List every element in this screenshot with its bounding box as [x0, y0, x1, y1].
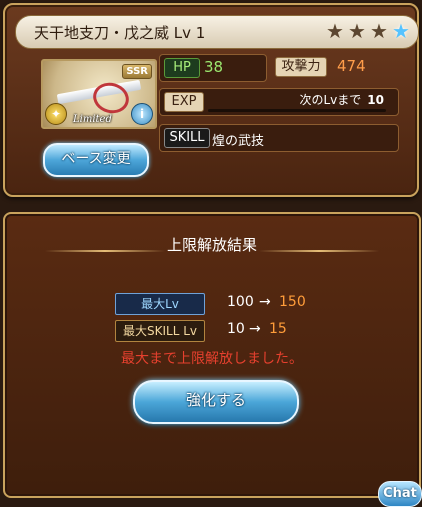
- atk-label: 攻撃力: [275, 57, 327, 77]
- atk-value: 474: [337, 57, 366, 75]
- arrow-icon: →: [249, 321, 261, 337]
- skill-stat[interactable]: SKILL 煌の武技: [159, 124, 399, 152]
- divider: [259, 250, 379, 252]
- ssr-badge: SSR: [122, 64, 152, 79]
- blue-star-icon: ★: [392, 19, 410, 43]
- exp-label: EXP: [164, 92, 204, 112]
- max-skill-lv-label: 最大SKILL Lv: [115, 320, 205, 342]
- exp-next-value: 10: [367, 93, 384, 107]
- weapon-thumbnail[interactable]: SSR ✦ Limited i: [41, 59, 157, 129]
- limited-label: Limited: [73, 114, 112, 125]
- limit-break-result-panel: 上限解放結果 最大Lv 100 → 150 最大SKILL Lv 10 → 15…: [3, 212, 421, 498]
- exp-next: 次のLvまで 10: [300, 91, 385, 108]
- exp-next-label: 次のLvまで: [299, 93, 362, 107]
- atk-stat: 攻撃力 474: [159, 54, 395, 80]
- exp-stat: EXP 次のLvまで 10: [159, 88, 399, 116]
- weapon-title: 天干地支刀・戊之威 Lv 1: [34, 24, 206, 42]
- max-lv-label: 最大Lv: [115, 293, 205, 315]
- star-icon: ★: [326, 19, 344, 43]
- element-icon: ✦: [45, 103, 67, 125]
- weapon-detail-panel: 天干地支刀・戊之威 Lv 1 ★ ★ ★ ★ SSR ✦ Limited i ベ…: [3, 3, 419, 197]
- skill-label: SKILL: [164, 128, 210, 148]
- max-lv-from: 100: [227, 294, 254, 310]
- max-limit-message: 最大まで上限解放しました。: [121, 351, 303, 367]
- max-skill-lv-to: 15: [269, 321, 287, 337]
- skill-name: 煌の武技: [212, 134, 265, 149]
- max-lv-to: 150: [279, 294, 306, 310]
- star-icon: ★: [348, 19, 366, 43]
- chat-button[interactable]: Chat: [378, 481, 422, 507]
- info-icon[interactable]: i: [131, 103, 153, 125]
- base-change-button[interactable]: ベース変更: [43, 143, 149, 177]
- arrow-icon: →: [259, 294, 271, 310]
- star-icon: ★: [370, 19, 388, 43]
- title-bar: 天干地支刀・戊之威 Lv 1 ★ ★ ★ ★: [15, 15, 419, 49]
- enhance-button[interactable]: 強化する: [133, 380, 299, 424]
- exp-bar: [208, 109, 386, 112]
- max-skill-lv-from: 10: [227, 321, 245, 337]
